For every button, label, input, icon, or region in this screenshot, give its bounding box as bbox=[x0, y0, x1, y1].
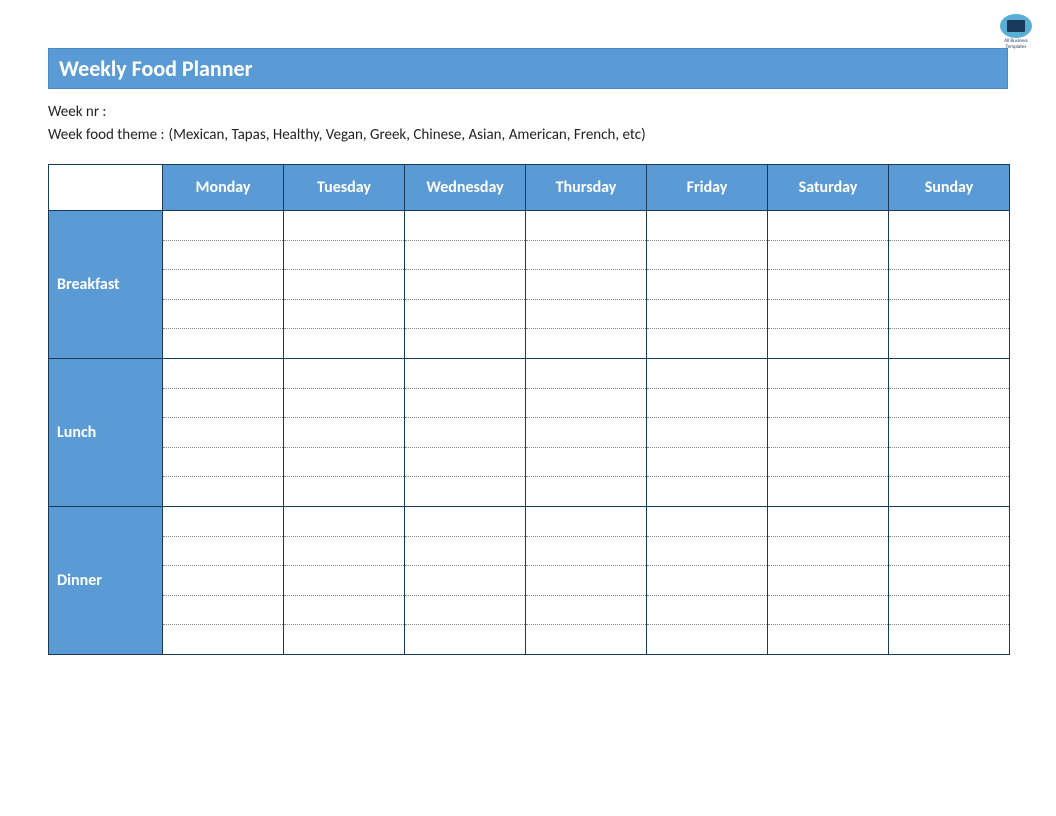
cell-lunch-friday[interactable] bbox=[647, 359, 768, 507]
planner-table: Monday Tuesday Wednesday Thursday Friday… bbox=[48, 164, 1010, 655]
day-header-saturday: Saturday bbox=[768, 165, 889, 211]
cell-dinner-tuesday[interactable] bbox=[284, 507, 405, 655]
cell-dinner-friday[interactable] bbox=[647, 507, 768, 655]
cell-dinner-wednesday[interactable] bbox=[405, 507, 526, 655]
meta-section: Week nr : Week food theme : (Mexican, Ta… bbox=[48, 101, 1008, 146]
brand-logo: All Business Templates bbox=[998, 14, 1034, 50]
table-row-breakfast: Breakfast bbox=[49, 211, 1010, 359]
cell-breakfast-sunday[interactable] bbox=[889, 211, 1010, 359]
day-header-monday: Monday bbox=[163, 165, 284, 211]
day-header-friday: Friday bbox=[647, 165, 768, 211]
table-corner bbox=[49, 165, 163, 211]
brand-text-2: Templates bbox=[1006, 45, 1027, 50]
cell-dinner-sunday[interactable] bbox=[889, 507, 1010, 655]
meal-label-lunch: Lunch bbox=[49, 359, 163, 507]
cell-lunch-sunday[interactable] bbox=[889, 359, 1010, 507]
day-header-tuesday: Tuesday bbox=[284, 165, 405, 211]
laptop-icon bbox=[1000, 14, 1032, 38]
cell-lunch-saturday[interactable] bbox=[768, 359, 889, 507]
day-header-sunday: Sunday bbox=[889, 165, 1010, 211]
cell-lunch-monday[interactable] bbox=[163, 359, 284, 507]
meal-label-dinner: Dinner bbox=[49, 507, 163, 655]
cell-dinner-thursday[interactable] bbox=[526, 507, 647, 655]
cell-breakfast-friday[interactable] bbox=[647, 211, 768, 359]
cell-breakfast-wednesday[interactable] bbox=[405, 211, 526, 359]
table-row-lunch: Lunch bbox=[49, 359, 1010, 507]
meal-label-breakfast: Breakfast bbox=[49, 211, 163, 359]
cell-lunch-tuesday[interactable] bbox=[284, 359, 405, 507]
day-header-thursday: Thursday bbox=[526, 165, 647, 211]
cell-lunch-wednesday[interactable] bbox=[405, 359, 526, 507]
cell-dinner-monday[interactable] bbox=[163, 507, 284, 655]
theme-label: Week food theme : bbox=[48, 124, 165, 147]
cell-breakfast-monday[interactable] bbox=[163, 211, 284, 359]
cell-breakfast-tuesday[interactable] bbox=[284, 211, 405, 359]
theme-value[interactable]: (Mexican, Tapas, Healthy, Vegan, Greek, … bbox=[169, 124, 646, 147]
cell-breakfast-saturday[interactable] bbox=[768, 211, 889, 359]
day-header-wednesday: Wednesday bbox=[405, 165, 526, 211]
cell-lunch-thursday[interactable] bbox=[526, 359, 647, 507]
week-nr-label: Week nr : bbox=[48, 101, 106, 124]
cell-dinner-saturday[interactable] bbox=[768, 507, 889, 655]
table-row-dinner: Dinner bbox=[49, 507, 1010, 655]
page-title: Weekly Food Planner bbox=[48, 48, 1008, 89]
cell-breakfast-thursday[interactable] bbox=[526, 211, 647, 359]
